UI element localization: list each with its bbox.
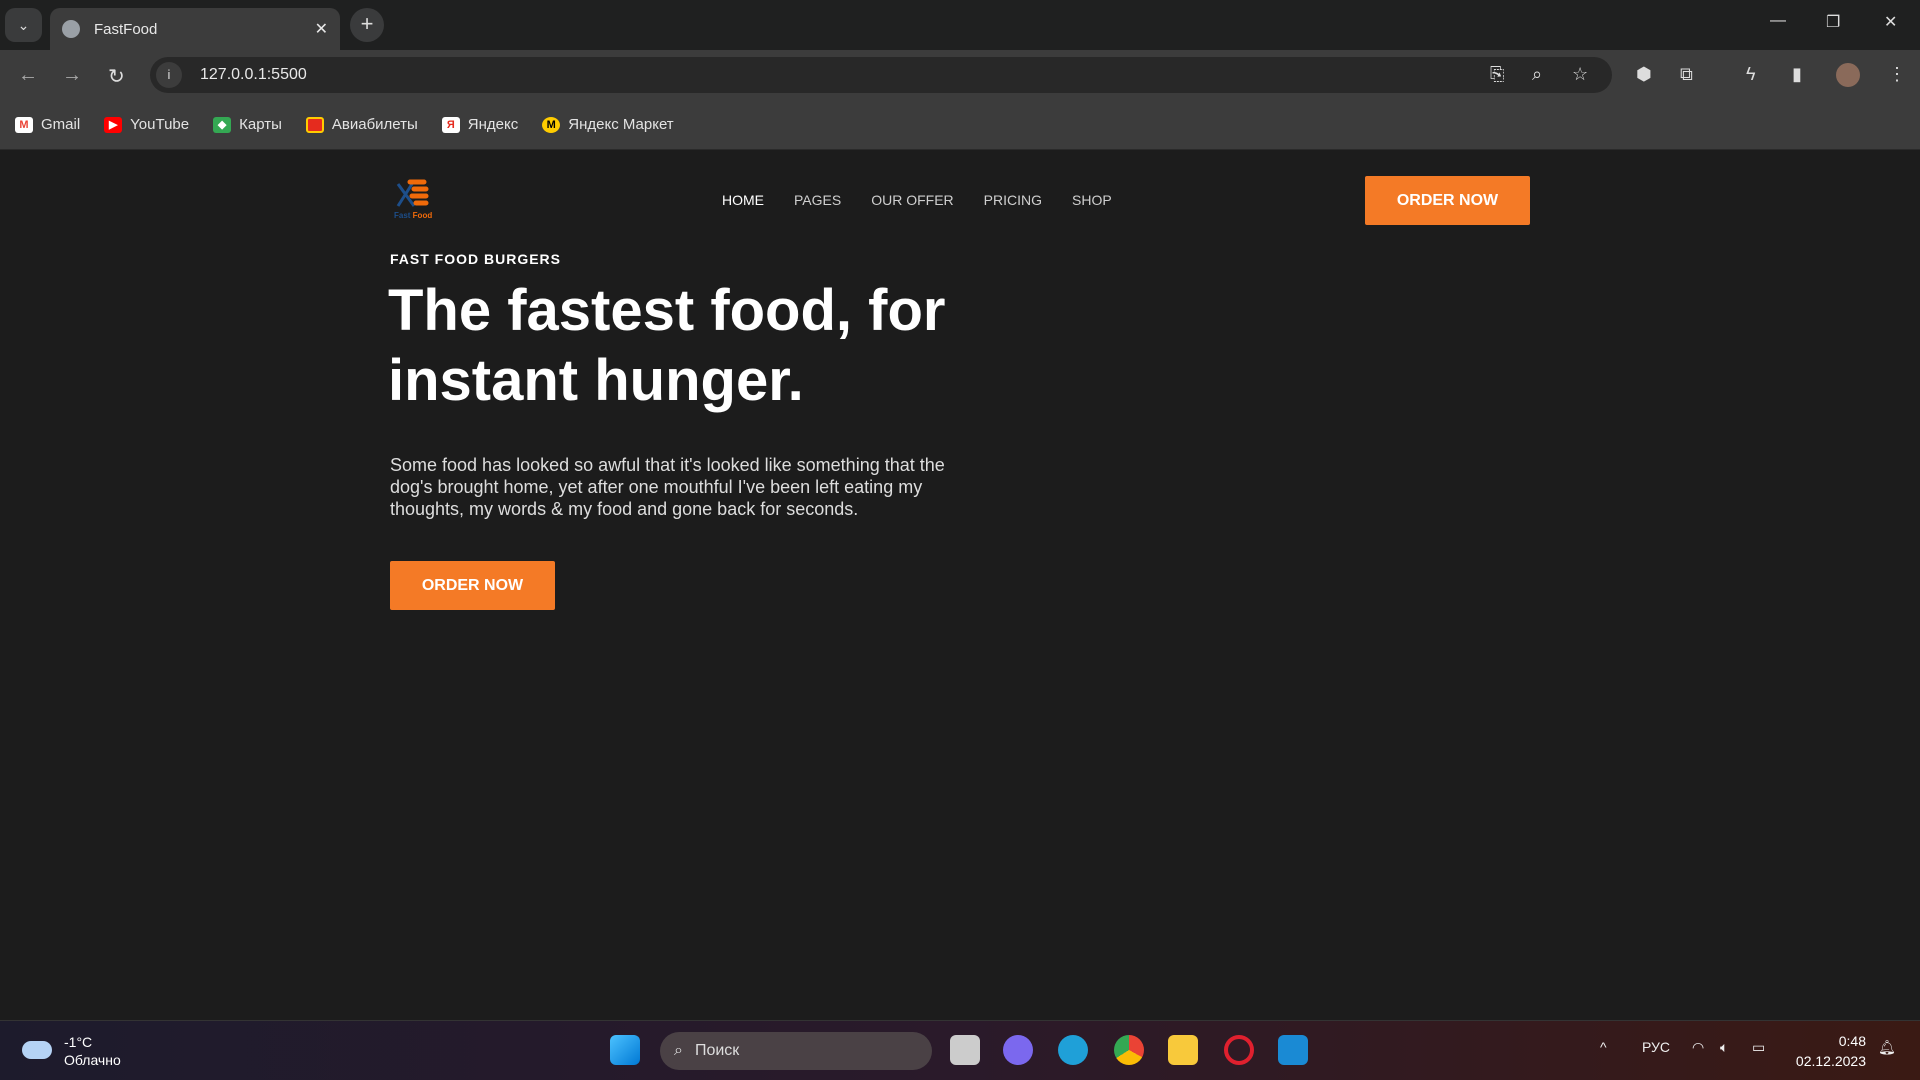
taskbar-search[interactable]: ⌕ Поиск bbox=[660, 1032, 932, 1070]
clock[interactable]: 0:48 02.12.2023 bbox=[1796, 1031, 1866, 1071]
teams-icon[interactable] bbox=[1003, 1035, 1033, 1065]
youtube-icon: ▶ bbox=[104, 116, 123, 133]
nav-our-offer[interactable]: OUR OFFER bbox=[871, 192, 953, 208]
tab-fastfood[interactable]: FastFood ✕ bbox=[50, 8, 340, 50]
browser-toolbar: ← → ↻ i 127.0.0.1:5500 ⎘ ⌕ ☆ ⬢ ⧉ ϟ ▮ ⋮ bbox=[0, 50, 1920, 100]
tab-search-button[interactable]: ⌄ bbox=[5, 8, 42, 42]
zoom-icon[interactable]: ⌕ bbox=[1532, 64, 1542, 85]
bookmark-youtube[interactable]: ▶ YouTube bbox=[104, 116, 189, 133]
temperature: -1°C bbox=[64, 1034, 93, 1050]
tray-chevron-icon[interactable]: ^ bbox=[1600, 1039, 1607, 1055]
hero-order-now-button[interactable]: ORDER NOW bbox=[390, 561, 555, 610]
close-window-icon[interactable]: ✕ bbox=[1884, 12, 1897, 32]
side-panel-icon[interactable]: ▮ bbox=[1792, 64, 1802, 85]
weather-widget[interactable]: -1°C Облачно bbox=[22, 1033, 121, 1069]
yandex-icon: Я bbox=[441, 116, 460, 133]
avia-icon bbox=[305, 116, 324, 133]
performance-icon[interactable]: ϟ bbox=[1746, 64, 1756, 85]
nav-shop[interactable]: SHOP bbox=[1072, 192, 1112, 208]
edge-icon[interactable] bbox=[1058, 1035, 1088, 1065]
back-icon[interactable]: ← bbox=[18, 64, 38, 87]
file-explorer-icon[interactable] bbox=[1168, 1035, 1198, 1065]
profile-avatar[interactable] bbox=[1836, 63, 1860, 87]
volume-icon[interactable]: 🔈︎ bbox=[1720, 1039, 1728, 1056]
yandex-market-icon: M bbox=[542, 116, 561, 133]
opera-icon[interactable] bbox=[1224, 1035, 1254, 1065]
task-view-icon[interactable] bbox=[950, 1035, 980, 1065]
cloud-icon bbox=[22, 1041, 52, 1059]
notifications-bell-icon[interactable]: 🔔︎ bbox=[1878, 1039, 1896, 1056]
language-indicator[interactable]: РУС bbox=[1642, 1039, 1670, 1055]
extensions-puzzle-icon[interactable]: ⧉ bbox=[1680, 64, 1693, 85]
header-order-now-button[interactable]: ORDER NOW bbox=[1365, 176, 1530, 225]
address-bar[interactable]: i 127.0.0.1:5500 bbox=[150, 57, 1612, 93]
fastfood-logo[interactable]: Fast Food bbox=[392, 178, 448, 222]
new-tab-button[interactable]: + bbox=[350, 8, 384, 42]
chrome-icon[interactable] bbox=[1114, 1035, 1144, 1065]
start-icon[interactable] bbox=[610, 1035, 640, 1065]
nav-pages[interactable]: PAGES bbox=[794, 192, 841, 208]
bookmark-avia[interactable]: Авиабилеты bbox=[305, 116, 418, 133]
forward-icon[interactable]: → bbox=[62, 64, 82, 87]
bookmark-gmail[interactable]: M Gmail bbox=[15, 116, 80, 133]
vscode-icon[interactable] bbox=[1278, 1035, 1308, 1065]
maps-icon: ◆ bbox=[213, 116, 232, 133]
taskbar: -1°C Облачно ⌕ Поиск ^ РУС ◠ 🔈︎ ▭ 0:48 02.1… bbox=[0, 1020, 1920, 1080]
globe-icon bbox=[62, 20, 80, 38]
bookmark-yandex-market[interactable]: M Яндекс Маркет bbox=[542, 116, 674, 133]
search-icon: ⌕ bbox=[674, 1042, 683, 1059]
site-info-icon[interactable]: i bbox=[156, 62, 182, 88]
bookmark-star-icon[interactable]: ☆ bbox=[1572, 64, 1588, 85]
minimize-icon[interactable]: — bbox=[1770, 12, 1786, 30]
nav-pricing[interactable]: PRICING bbox=[984, 192, 1042, 208]
close-tab-icon[interactable]: ✕ bbox=[315, 19, 328, 39]
translate-icon[interactable]: ⎘ bbox=[1490, 64, 1504, 85]
battery-icon[interactable]: ▭ bbox=[1752, 1039, 1765, 1056]
nav-home[interactable]: HOME bbox=[722, 192, 764, 208]
tab-title: FastFood bbox=[94, 20, 158, 38]
bookmark-yandex[interactable]: Я Яндекс bbox=[441, 116, 518, 133]
weather-condition: Облачно bbox=[64, 1052, 121, 1068]
reload-icon[interactable]: ↻ bbox=[108, 64, 125, 89]
main-nav: HOME PAGES OUR OFFER PRICING SHOP bbox=[722, 192, 1112, 208]
url-text[interactable]: 127.0.0.1:5500 bbox=[200, 66, 307, 84]
hero-title: The fastest food, for instant hunger. bbox=[388, 278, 946, 413]
wifi-icon[interactable]: ◠ bbox=[1692, 1039, 1704, 1056]
gmail-icon: M bbox=[15, 116, 33, 133]
webpage: Fast Food HOME PAGES OUR OFFER PRICING S… bbox=[0, 150, 1920, 1020]
svg-text:Fast Food: Fast Food bbox=[394, 211, 432, 220]
menu-icon[interactable]: ⋮ bbox=[1888, 64, 1906, 85]
tab-bar: ⌄ FastFood ✕ + — ❐ ✕ bbox=[0, 0, 1920, 50]
bookmark-maps[interactable]: ◆ Карты bbox=[213, 116, 282, 133]
hero-eyebrow: FAST FOOD BURGERS bbox=[390, 251, 562, 267]
bookmarks-bar: M Gmail ▶ YouTube ◆ Карты Авиабилеты Я Яндек… bbox=[0, 100, 1920, 150]
extension-icon[interactable]: ⬢ bbox=[1636, 64, 1652, 85]
restore-icon[interactable]: ❐ bbox=[1826, 12, 1840, 32]
hero-text: Some food has looked so awful that it's … bbox=[390, 455, 945, 519]
